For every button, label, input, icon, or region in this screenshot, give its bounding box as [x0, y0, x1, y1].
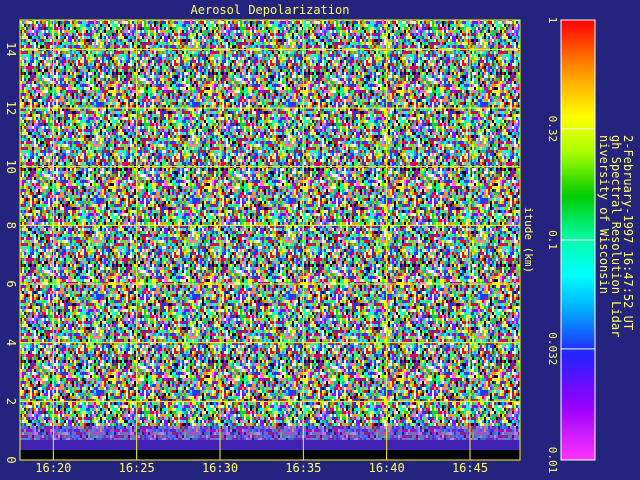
y-axis-label: itude (km) — [522, 207, 535, 273]
x-tick-label: 16:45 — [452, 461, 488, 475]
y-tick-label: 12 — [4, 101, 18, 115]
y-tick-label: 14 — [4, 42, 18, 56]
low-altitude-band — [20, 426, 520, 450]
credits: niversity of Wisconsin gh Spectral Resol… — [597, 135, 635, 337]
colorbar-tick-label: 0.032 — [546, 332, 559, 365]
credit-line-1: niversity of Wisconsin — [597, 135, 611, 294]
x-tick-label: 16:40 — [369, 461, 405, 475]
y-tick-label: 2 — [4, 398, 18, 405]
y-tick-label: 10 — [4, 159, 18, 173]
y-tick-label: 4 — [4, 339, 18, 346]
y-tick-label: 0 — [4, 456, 18, 463]
colorbar-tick-label: 0.1 — [546, 230, 559, 250]
y-axis: 0 2 4 6 8 10 12 14 — [4, 42, 18, 464]
x-axis: 16:20 16:25 16:30 16:35 16:40 16:45 — [35, 461, 488, 475]
y-tick-label: 8 — [4, 222, 18, 229]
depolarization-field — [20, 20, 520, 440]
x-tick-label: 16:35 — [285, 461, 321, 475]
credit-line-2: gh Spectral Resolution Lidar — [609, 135, 623, 337]
x-tick-label: 16:20 — [35, 461, 71, 475]
ground-band — [20, 450, 520, 460]
colorbar-tick-label: 0.32 — [546, 116, 559, 143]
x-tick-label: 16:30 — [202, 461, 238, 475]
y-tick-label: 6 — [4, 280, 18, 287]
colorbar: 0.01 0.032 0.1 0.32 1 — [546, 17, 596, 474]
x-tick-label: 16:25 — [119, 461, 155, 475]
colorbar-tick-label: 1 — [546, 17, 559, 24]
lidar-chart: Aerosol Depolarization 0 2 4 6 8 10 12 14 16:20… — [4, 3, 635, 475]
colorbar-tick-label: 0.01 — [546, 447, 559, 474]
chart-title: Aerosol Depolarization — [191, 3, 350, 17]
credit-line-3: 2-February-1997 16:47:52 UT — [621, 135, 635, 330]
plot-area — [19, 19, 521, 461]
